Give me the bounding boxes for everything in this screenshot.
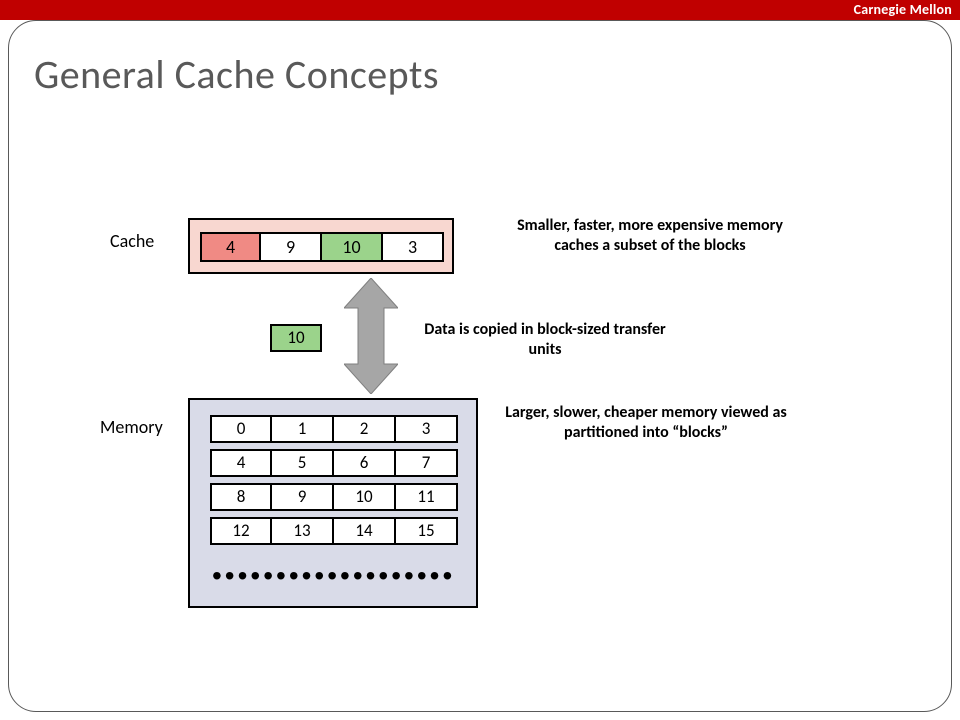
memory-block: 0 (210, 415, 272, 443)
memory-block: 11 (396, 483, 458, 511)
memory-row: 0 1 2 3 (210, 415, 458, 443)
memory-block: 10 (334, 483, 396, 511)
slide: Carnegie Mellon General Cache Concepts C… (0, 0, 960, 720)
cache-block: 9 (261, 232, 322, 262)
cache-block: 3 (383, 232, 444, 262)
memory-block: 13 (272, 517, 334, 545)
memory-block: 7 (396, 449, 458, 477)
memory-block: 6 (334, 449, 396, 477)
cache-caption: Smaller, faster, more expensive memory c… (510, 216, 790, 256)
memory-block: 12 (210, 517, 272, 545)
brand-label: Carnegie Mellon (854, 1, 952, 18)
transfer-caption: Data is copied in block-sized transfer u… (420, 320, 670, 360)
memory-row: 8 9 10 11 (210, 483, 458, 511)
ellipsis-dots: ••••••••••••••••••• (212, 560, 455, 592)
memory-row: 12 13 14 15 (210, 517, 458, 545)
cache-block: 4 (200, 232, 261, 262)
memory-grid: 0 1 2 3 4 5 6 7 8 9 10 11 12 13 14 15 (210, 415, 458, 545)
cache-label: Cache (110, 230, 154, 252)
memory-block: 1 (272, 415, 334, 443)
page-title: General Cache Concepts (34, 50, 439, 99)
cache-block: 10 (322, 232, 383, 262)
transfer-arrow-icon (344, 278, 398, 394)
memory-block: 2 (334, 415, 396, 443)
memory-box: 0 1 2 3 4 5 6 7 8 9 10 11 12 13 14 15 (188, 398, 478, 608)
memory-block: 5 (272, 449, 334, 477)
memory-caption: Larger, slower, cheaper memory viewed as… (496, 403, 796, 443)
cache-row: 4 9 10 3 (200, 232, 444, 262)
memory-block: 14 (334, 517, 396, 545)
memory-row: 4 5 6 7 (210, 449, 458, 477)
memory-block: 8 (210, 483, 272, 511)
memory-block: 3 (396, 415, 458, 443)
memory-block: 15 (396, 517, 458, 545)
cache-box: 4 9 10 3 (188, 218, 454, 274)
memory-block: 9 (272, 483, 334, 511)
transfer-block: 10 (270, 324, 322, 352)
memory-block: 4 (210, 449, 272, 477)
slide-frame (8, 20, 952, 712)
memory-label: Memory (100, 416, 163, 438)
top-bar (0, 0, 960, 20)
